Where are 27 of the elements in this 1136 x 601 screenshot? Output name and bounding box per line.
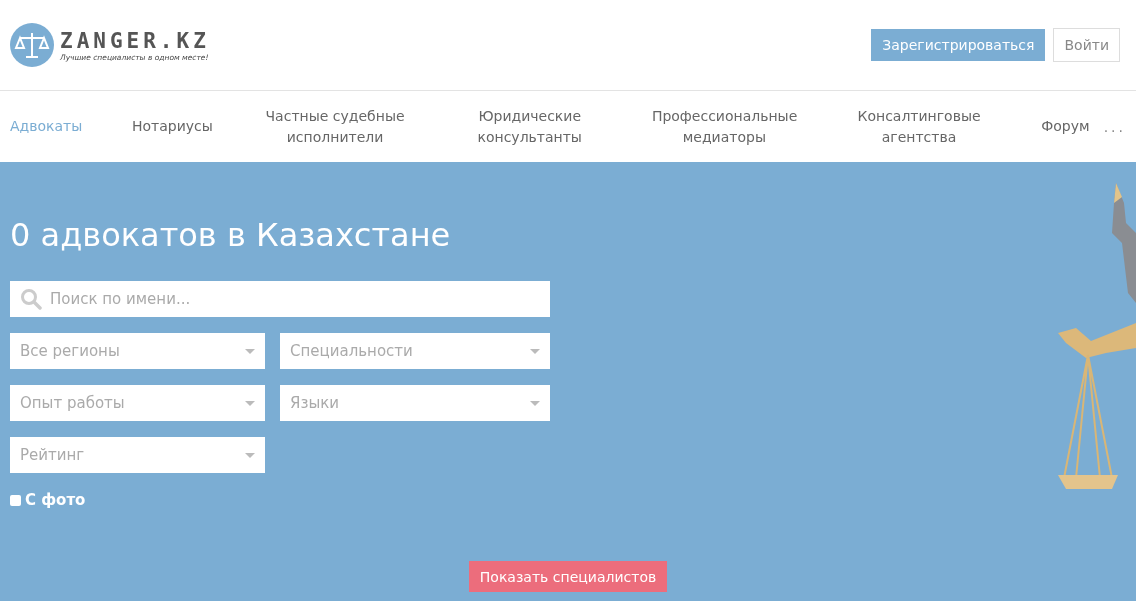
checkbox-label[interactable]: С фото <box>25 491 86 509</box>
caret-icon <box>245 400 255 406</box>
nav-link[interactable]: Форум <box>1041 116 1090 137</box>
more-link[interactable]: ... <box>1103 118 1126 135</box>
dropdown[interactable]: Рейтинг <box>10 437 265 473</box>
register-button[interactable]: Зарегистрироваться <box>871 29 1046 61</box>
nav-link[interactable]: Частные судебные исполнители <box>262 105 408 148</box>
show-specialists-button[interactable]: Показать специалистов <box>468 561 668 592</box>
caret-icon <box>245 452 255 458</box>
page-title: 0 адвокатов в Казахстане <box>10 215 452 256</box>
login-button[interactable]: Войти <box>1053 28 1120 62</box>
dropdown[interactable]: Опыт работы <box>10 385 265 421</box>
caret-icon <box>530 400 540 406</box>
nav-link[interactable]: Адвокаты <box>10 116 83 137</box>
logo-wordmark[interactable]: ZANGER.KZ <box>60 28 210 53</box>
dropdown[interactable]: Специальности <box>280 333 550 369</box>
scales-logo-icon <box>10 23 54 67</box>
nav-link[interactable]: Нотариусы <box>132 116 213 137</box>
caret-icon <box>245 348 255 354</box>
nav-link[interactable]: Профессиональные медиаторы <box>651 105 797 148</box>
caret-icon <box>530 348 540 354</box>
checkbox[interactable] <box>10 494 21 506</box>
dropdown[interactable]: Языки <box>280 385 550 421</box>
nav-link[interactable]: Консалтинговые агентства <box>846 105 992 148</box>
nav-link[interactable]: Юридические консультанты <box>457 105 603 148</box>
dropdown[interactable]: Все регионы <box>10 333 265 369</box>
search-field[interactable]: Поиск по имени... <box>10 281 550 317</box>
